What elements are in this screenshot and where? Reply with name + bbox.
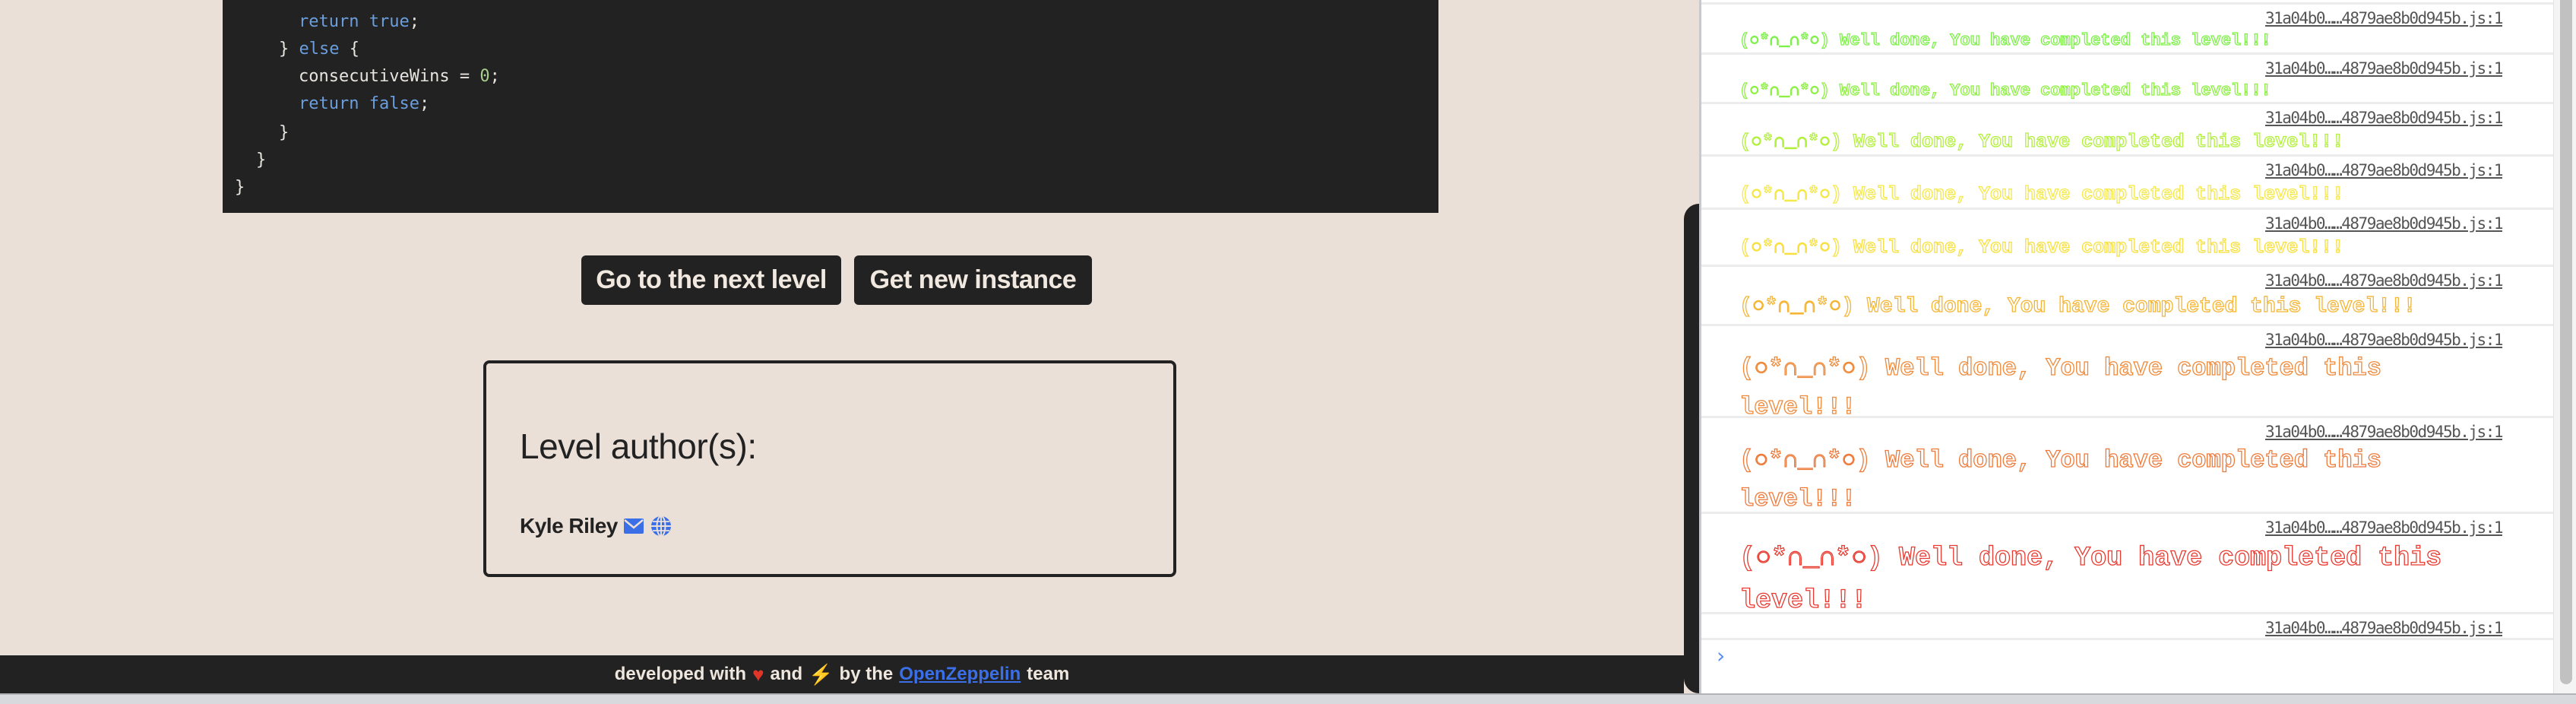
author-card-title: Level author(s): [520,427,757,466]
code-text: } [235,178,245,197]
email-icon[interactable] [622,515,645,538]
next-level-button[interactable]: Go to the next level [581,255,841,305]
footer: developed with ♥ and ⚡ by the OpenZeppel… [0,655,1684,693]
code-text: } [279,123,290,142]
code-number: 0 [479,67,490,86]
console-source-link[interactable]: 31a04b0……4879ae8b0d945b.js:1 [2265,619,2504,637]
console-message: (○*∩_∩*○) Well done, You have completed … [1739,354,2381,421]
code-line: return true; [299,11,419,33]
console-separator [1701,638,2555,640]
code-line: return false; [299,93,429,116]
window-bottom-bar [0,693,2576,704]
console-entry: 31a04b0……4879ae8b0d945b.js:1 (○*∩_∩*○) We… [1701,416,2555,514]
console-prompt[interactable]: › [1717,643,1725,668]
console-entry: 31a04b0……4879ae8b0d945b.js:1 (○*∩_∩*○) We… [1701,102,2555,154]
code-line: consecutiveWins = 0; [299,65,500,88]
author-row: Kyle Riley [520,514,672,538]
page-content: return true;} else {consecutiveWins = 0;… [0,0,1684,693]
code-text: } [256,151,267,170]
heart-icon: ♥ [752,662,764,686]
console-message: (○*∩_∩*○) Well done, You have completed … [1739,294,2416,319]
code-line: } [256,149,266,172]
console-log: 31a04b0……4879ae8b0d945b.js:1 (○*∩_∩*○) We… [1701,0,2555,693]
globe-icon[interactable] [650,515,672,538]
console-entry: 31a04b0……4879ae8b0d945b.js:1 [1701,612,2555,638]
console-entry: 31a04b0……4879ae8b0d945b.js:1 (○*∩_∩*○) We… [1701,208,2555,265]
openzeppelin-link[interactable]: OpenZeppelin [899,664,1021,685]
console-source-link[interactable]: 31a04b0……4879ae8b0d945b.js:1 [2265,9,2504,27]
console-source-link[interactable]: 31a04b0……4879ae8b0d945b.js:1 [2265,59,2504,78]
code-block: return true;} else {consecutiveWins = 0;… [223,0,1438,213]
console-message: (○*∩_∩*○) Well done, You have completed … [1739,81,2271,100]
code-keyword: return true [299,12,410,31]
code-line: } else { [279,38,359,61]
console-message: (○*∩_∩*○) Well done, You have completed … [1739,30,2271,50]
code-text: consecutiveWins = [299,67,480,86]
console-entry: 31a04b0……4879ae8b0d945b.js:1 (○*∩_∩*○) We… [1701,265,2555,324]
console-message: (○*∩_∩*○) Well done, You have completed … [1739,182,2344,205]
console-entry: 31a04b0……4879ae8b0d945b.js:1 (○*∩_∩*○) We… [1701,154,2555,208]
code-text: { [339,40,359,59]
scrollbar-thumb[interactable] [2560,0,2572,684]
footer-by-the: by the [839,664,894,684]
console-entry: 31a04b0……4879ae8b0d945b.js:1 (○*∩_∩*○) We… [1701,512,2555,617]
console-source-link[interactable]: 31a04b0……4879ae8b0d945b.js:1 [2265,331,2504,349]
console-source-link[interactable]: 31a04b0……4879ae8b0d945b.js:1 [2265,161,2504,179]
console-scrollbar[interactable] [2553,0,2576,693]
console-message: (○*∩_∩*○) Well done, You have completed … [1739,130,2344,153]
code-line: } [279,122,289,144]
code-text: ; [489,67,500,86]
console-source-link[interactable]: 31a04b0……4879ae8b0d945b.js:1 [2265,214,2504,233]
code-keyword: return false [299,94,419,113]
console-source-link[interactable]: 31a04b0……4879ae8b0d945b.js:1 [2265,518,2504,537]
console-message: (○*∩_∩*○) Well done, You have completed … [1739,446,2381,513]
footer-suffix: team [1027,664,1070,684]
code-text: ; [409,12,419,31]
code-text: ; [419,94,430,113]
console-source-link[interactable]: 31a04b0……4879ae8b0d945b.js:1 [2265,109,2504,127]
author-card: Level author(s): Kyle Riley [483,360,1176,577]
devtools-panel: 31a04b0……4879ae8b0d945b.js:1 (○*∩_∩*○) We… [1699,0,2576,693]
code-text: } [279,40,299,59]
console-source-link[interactable]: 31a04b0……4879ae8b0d945b.js:1 [2265,271,2504,290]
author-name: Kyle Riley [520,514,618,538]
footer-prefix: developed with [614,664,747,684]
console-entry: 31a04b0……4879ae8b0d945b.js:1 (○*∩_∩*○) We… [1701,324,2555,422]
console-message: (○*∩_∩*○) Well done, You have completed … [1739,542,2442,616]
footer-and: and [770,664,803,684]
code-line: } [235,176,245,199]
console-source-link[interactable]: 31a04b0……4879ae8b0d945b.js:1 [2265,423,2504,441]
console-entry: 31a04b0……4879ae8b0d945b.js:1 (○*∩_∩*○) We… [1701,2,2555,52]
new-instance-button[interactable]: Get new instance [854,255,1092,305]
lightning-icon: ⚡ [809,662,834,686]
console-message: (○*∩_∩*○) Well done, You have completed … [1739,236,2344,258]
code-keyword: else [299,40,340,59]
console-entry: 31a04b0……4879ae8b0d945b.js:1 (○*∩_∩*○) We… [1701,52,2555,102]
drawer-handle[interactable] [1684,204,1699,693]
